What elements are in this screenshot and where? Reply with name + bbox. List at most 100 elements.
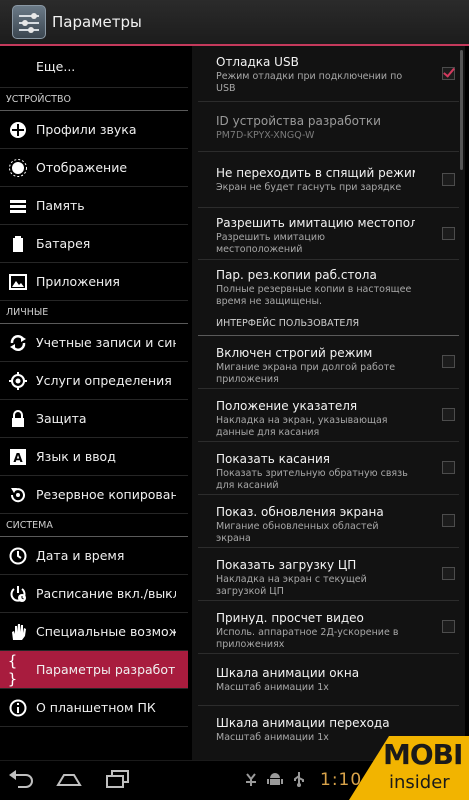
section-header-personal: ЛИЧНЫЕ [0, 301, 188, 324]
option-summary: Показать зрительную обратную связь для к… [216, 468, 408, 491]
lock-icon [8, 409, 28, 429]
settings-categories-list: Еще... УСТРОЙСТВО Профили звука Отображе… [0, 46, 188, 760]
sidebar-item-display[interactable]: Отображение [0, 149, 188, 187]
back-icon[interactable] [8, 769, 36, 795]
mock-locations-option[interactable]: Разрешить имитацию местоположений Разреш… [198, 208, 459, 260]
mobi-insider-watermark: MOBI insider [349, 736, 469, 800]
show-cpu-usage-checkbox[interactable] [442, 567, 455, 580]
option-title: Принуд. просчет видео [216, 611, 364, 625]
sidebar-item-location[interactable]: Услуги определения ме [0, 362, 188, 400]
sidebar-item-backup[interactable]: Резервное копирование [0, 476, 188, 514]
sidebar-item-more[interactable]: Еще... [0, 46, 188, 88]
strict-mode-checkbox[interactable] [442, 355, 455, 368]
option-summary: Исполь. аппаратное 2Д-ускорение в прилож… [216, 627, 399, 650]
recent-apps-icon[interactable] [104, 769, 132, 795]
sidebar-item-storage[interactable]: Память [0, 187, 188, 225]
section-header-device: УСТРОЙСТВО [0, 88, 188, 111]
show-screen-updates-checkbox[interactable] [442, 514, 455, 527]
storage-icon [8, 196, 28, 216]
watermark-line2: insider [389, 772, 450, 793]
page-title: Параметры [52, 13, 142, 31]
sidebar-item-label: Специальные возможн [36, 624, 176, 639]
option-title: Не переходить в спящий режим [216, 166, 415, 180]
sidebar-item-apps[interactable]: Приложения [0, 263, 188, 301]
usb-icon [291, 771, 307, 791]
option-summary: Полные резервные копии в настоящее время… [216, 284, 412, 307]
sidebar-item-power-schedule[interactable]: Расписание вкл./выкл. [0, 575, 188, 613]
stay-awake-option[interactable]: Не переходить в спящий режим Экран не бу… [198, 152, 459, 208]
developer-braces-icon: { } [8, 651, 18, 688]
sidebar-item-label: Резервное копирование [36, 487, 176, 502]
sidebar-item-label: Еще... [36, 59, 76, 74]
sound-profile-icon [8, 120, 28, 140]
svg-text:A: A [13, 451, 23, 465]
show-screen-updates-option[interactable]: Показ. обновления экрана Мигание обновле… [198, 495, 459, 548]
sidebar-item-security[interactable]: Защита [0, 400, 188, 438]
option-summary: Масштаб анимации 1x [216, 682, 329, 693]
option-title: Отладка USB [216, 55, 299, 69]
sidebar-item-label: Память [36, 198, 85, 213]
stay-awake-checkbox[interactable] [442, 172, 455, 186]
option-title: Показ. обновления экрана [216, 505, 384, 519]
option-summary: Мигание обновленных областей экрана [216, 521, 379, 544]
strict-mode-option[interactable]: Включен строгий режим Мигание экрана при… [198, 336, 459, 389]
scrollbar[interactable] [460, 50, 463, 170]
power-schedule-icon [8, 584, 28, 604]
sidebar-item-label: Услуги определения ме [36, 373, 176, 388]
sidebar-item-battery[interactable]: Батарея [0, 225, 188, 263]
sidebar-item-language[interactable]: A Язык и ввод [0, 438, 188, 476]
option-title: Показать загрузку ЦП [216, 558, 357, 572]
display-brightness-icon [8, 158, 28, 178]
sidebar-item-label: Параметры разработчи [36, 662, 176, 677]
sidebar-item-label: О планшетном ПК [36, 700, 156, 715]
option-title: Разрешить имитацию местоположений [216, 216, 415, 230]
sidebar-item-accounts[interactable]: Учетные записи и синхр [0, 324, 188, 362]
apps-icon [8, 272, 28, 292]
pointer-location-checkbox[interactable] [442, 408, 455, 421]
sidebar-item-label: Учетные записи и синхр [36, 335, 176, 350]
show-touches-option[interactable]: Показать касания Показать зрительную обр… [198, 442, 459, 495]
force-gpu-rendering-option[interactable]: Принуд. просчет видео Исполь. аппаратное… [198, 601, 459, 654]
sidebar-item-label: Приложения [36, 274, 120, 289]
section-header-system: СИСТЕМА [0, 514, 188, 537]
backup-icon [8, 485, 28, 505]
clock-icon [8, 546, 28, 566]
option-summary: PM7D-KPYX-XNGQ-W [216, 130, 315, 141]
pointer-location-option[interactable]: Положение указателя Накладка на экран, у… [198, 389, 459, 442]
action-bar: Параметры [0, 0, 469, 44]
option-title: Пар. рез.копии раб.стола [216, 268, 377, 282]
show-touches-checkbox[interactable] [442, 461, 455, 474]
desktop-backup-password-option[interactable]: Пар. рез.копии раб.стола Полные резервны… [198, 260, 459, 312]
option-summary: Экран не будет гаснуть при зарядке [216, 182, 402, 193]
sidebar-item-developer-options[interactable]: { } Параметры разработчи [0, 651, 188, 689]
developer-options-panel: Отладка USB Режим отладки при подключени… [192, 46, 465, 760]
option-title: Шкала анимации перехода [216, 716, 390, 730]
section-header-ui: ИНТЕРФЕЙС ПОЛЬЗОВАТЕЛЯ [198, 312, 459, 336]
settings-sliders-icon[interactable] [12, 5, 46, 39]
watermark-line1: MOBI [383, 738, 463, 771]
usb-debugging-checkbox[interactable] [442, 66, 455, 80]
mock-locations-checkbox[interactable] [442, 226, 455, 240]
show-cpu-usage-option[interactable]: Показать загрузку ЦП Накладка на экран с… [198, 548, 459, 601]
sidebar-item-datetime[interactable]: Дата и время [0, 537, 188, 575]
sidebar-item-about[interactable]: О планшетном ПК [0, 689, 188, 727]
usb-debug-icon [243, 771, 259, 791]
option-title: Включен строгий режим [216, 346, 373, 360]
window-animation-scale-option[interactable]: Шкала анимации окна Масштаб анимации 1x [198, 654, 459, 706]
option-summary: Мигание экрана при долгой работе приложе… [216, 362, 396, 385]
keyboard-language-icon: A [8, 447, 28, 467]
sidebar-item-label: Расписание вкл./выкл. [36, 586, 176, 601]
info-icon [8, 698, 28, 718]
sidebar-item-sound[interactable]: Профили звука [0, 111, 188, 149]
battery-icon [8, 234, 28, 254]
option-title: Положение указателя [216, 399, 358, 413]
sidebar-item-label: Батарея [36, 236, 91, 251]
home-icon[interactable] [54, 769, 84, 795]
android-icon [267, 771, 283, 791]
usb-debugging-option[interactable]: Отладка USB Режим отладки при подключени… [198, 46, 459, 102]
option-title: ID устройства разработки [216, 114, 381, 128]
option-title: Шкала анимации окна [216, 666, 360, 680]
force-gpu-rendering-checkbox[interactable] [442, 620, 455, 633]
hand-accessibility-icon [8, 622, 28, 642]
sidebar-item-accessibility[interactable]: Специальные возможн [0, 613, 188, 651]
